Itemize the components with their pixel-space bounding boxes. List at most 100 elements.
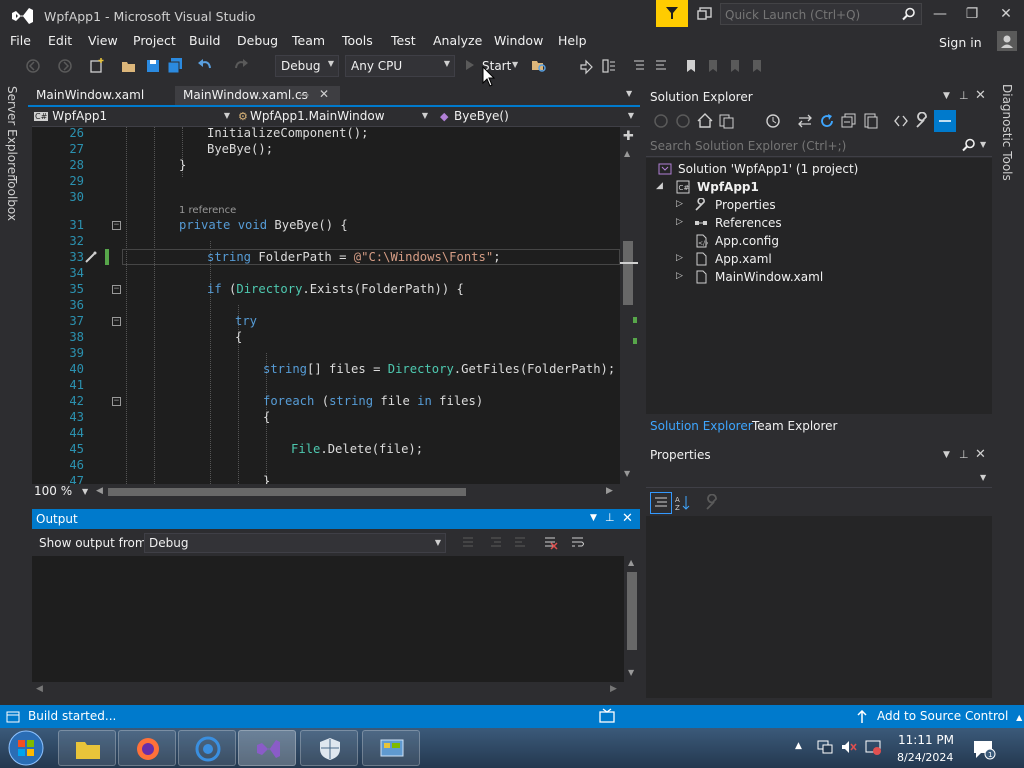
clear-all-icon[interactable] xyxy=(542,534,558,553)
output-source-combo[interactable]: Debug ▼ xyxy=(144,533,446,553)
undo-icon[interactable] xyxy=(196,57,214,75)
collapsed-arrow-icon[interactable]: ▷ xyxy=(676,217,683,227)
tree-item-app-xaml[interactable]: ▷ App.xaml xyxy=(646,250,992,268)
pin-icon[interactable]: ⊥ xyxy=(959,89,969,102)
collapse-region-icon[interactable]: − xyxy=(112,221,121,230)
add-to-source-control-button[interactable]: Add to Source Control ▲ xyxy=(877,709,1022,723)
taskbar-visual-studio[interactable] xyxy=(238,730,296,766)
comment-lines-icon[interactable] xyxy=(630,57,648,75)
save-all-icon[interactable] xyxy=(166,57,184,75)
minimize-button[interactable]: — xyxy=(928,4,952,24)
collapse-all-icon[interactable] xyxy=(840,112,858,130)
collapsed-arrow-icon[interactable]: ▷ xyxy=(676,199,683,209)
clear-bookmarks-icon[interactable] xyxy=(748,57,766,75)
properties-grid[interactable] xyxy=(646,516,992,698)
window-position-chevron-icon[interactable]: ▼ xyxy=(943,91,950,101)
feedback-flag-icon[interactable] xyxy=(656,0,688,27)
preview-selected-items-icon[interactable] xyxy=(934,110,956,132)
network-icon[interactable] xyxy=(816,738,834,759)
tree-item-solution[interactable]: Solution 'WpfApp1' (1 project) xyxy=(646,160,992,178)
collapsed-arrow-icon[interactable]: ▷ xyxy=(676,271,683,281)
forward-icon[interactable] xyxy=(674,112,692,130)
close-panel-icon[interactable]: ✕ xyxy=(622,511,633,526)
close-button[interactable]: ✕ xyxy=(994,4,1018,24)
windows-start-orb-icon[interactable] xyxy=(6,729,46,768)
taskbar-clock-date[interactable]: 8/24/2024 xyxy=(897,751,953,764)
editor-horizontal-scrollbar[interactable]: ◀ ▶ xyxy=(94,484,620,500)
view-code-icon[interactable] xyxy=(892,112,910,130)
scroll-up-arrow-icon[interactable]: ▲ xyxy=(628,558,634,567)
property-pages-wrench-icon[interactable] xyxy=(704,493,722,512)
diagnostic-tools-tab[interactable]: Diagnostic Tools xyxy=(1000,84,1014,181)
collapsed-arrow-icon[interactable]: ▷ xyxy=(676,253,683,263)
close-panel-icon[interactable]: ✕ xyxy=(975,447,986,462)
window-position-chevron-icon[interactable]: ▼ xyxy=(943,450,950,460)
notifications-icon[interactable]: 1 xyxy=(972,738,996,763)
output-vertical-scrollbar[interactable]: ▲ ▼ xyxy=(624,556,640,682)
menu-tools[interactable]: Tools xyxy=(342,33,373,48)
sync-with-active-document-icon[interactable] xyxy=(796,112,814,130)
scroll-left-arrow-icon[interactable]: ◀ xyxy=(36,684,43,694)
menu-test[interactable]: Test xyxy=(391,33,416,48)
switch-views-icon[interactable] xyxy=(718,112,736,130)
prev-message-icon[interactable] xyxy=(488,534,504,553)
tab-team-explorer[interactable]: Team Explorer xyxy=(752,419,838,433)
menu-project[interactable]: Project xyxy=(133,33,176,48)
tree-item-properties[interactable]: ▷ Properties xyxy=(646,196,992,214)
tree-item-mainwindow-xaml[interactable]: ▷ MainWindow.xaml xyxy=(646,268,992,286)
maximize-button[interactable]: ❐ xyxy=(960,4,984,24)
pin-icon[interactable]: ⊥ xyxy=(959,448,969,461)
pin-icon[interactable]: ⊥ xyxy=(605,511,615,524)
collapse-region-icon[interactable]: − xyxy=(112,397,121,406)
quick-launch-box[interactable] xyxy=(720,3,922,25)
search-icon[interactable] xyxy=(902,7,916,24)
find-in-files-icon[interactable] xyxy=(530,57,548,75)
scroll-right-arrow-icon[interactable]: ▶ xyxy=(606,486,613,496)
close-tab-icon[interactable]: ✕ xyxy=(319,87,329,101)
refresh-icon[interactable] xyxy=(818,112,836,130)
show-hidden-icons-chevron-icon[interactable]: ▲ xyxy=(795,741,802,751)
tab-overflow-chevron-icon[interactable]: ▼ xyxy=(626,89,632,98)
zoom-combo[interactable]: 100 % ▼ xyxy=(32,484,94,500)
solution-configuration-combo[interactable]: Debug ▼ xyxy=(275,55,339,77)
menu-debug[interactable]: Debug xyxy=(237,33,278,48)
output-horizontal-scrollbar[interactable]: ◀ ▶ xyxy=(32,682,640,698)
taskbar-clock-time[interactable]: 11:11 PM xyxy=(898,733,954,747)
nav-member-combo[interactable]: ◆ ByeBye() ▼ xyxy=(440,107,638,126)
step-into-icon[interactable] xyxy=(578,57,596,75)
collapse-region-icon[interactable]: − xyxy=(112,317,121,326)
menu-window[interactable]: Window xyxy=(494,33,543,48)
quick-actions-brush-icon[interactable] xyxy=(84,251,98,263)
properties-object-combo[interactable]: ▼ xyxy=(646,468,992,488)
home-icon[interactable] xyxy=(696,112,714,130)
properties-wrench-icon[interactable] xyxy=(914,111,932,130)
toolbox-tab[interactable]: Toolbox xyxy=(5,176,19,221)
tab-mainwindow-xaml-cs[interactable]: MainWindow.xaml.cs ⊸ ✕ xyxy=(175,86,340,106)
codelens-references[interactable]: 1 reference xyxy=(179,205,236,216)
taskbar-firefox[interactable] xyxy=(118,730,176,766)
taskbar-control-panel[interactable] xyxy=(362,730,420,766)
uncomment-lines-icon[interactable] xyxy=(652,57,670,75)
solution-explorer-search[interactable]: ▼ xyxy=(646,135,992,157)
navigate-forward-icon[interactable] xyxy=(56,57,74,75)
next-message-icon[interactable] xyxy=(512,534,528,553)
scrollbar-thumb[interactable] xyxy=(108,488,466,496)
notifications-icon[interactable] xyxy=(696,5,716,23)
bookmark-icon[interactable] xyxy=(682,57,700,75)
tab-solution-explorer[interactable]: Solution Explorer xyxy=(650,419,753,433)
code-editor[interactable]: 26 InitializeComponent(); 27 ByeBye(); 28}… xyxy=(32,127,620,484)
toggle-word-wrap-icon[interactable] xyxy=(570,534,586,553)
redo-icon[interactable] xyxy=(232,57,250,75)
menu-build[interactable]: Build xyxy=(189,33,220,48)
find-message-icon[interactable] xyxy=(460,534,476,553)
chevron-down-icon[interactable]: ▼ xyxy=(980,140,986,149)
back-icon[interactable] xyxy=(652,112,670,130)
prev-bookmark-icon[interactable] xyxy=(704,57,722,75)
sign-in-link[interactable]: Sign in xyxy=(939,35,982,50)
expanded-arrow-icon[interactable]: ◢ xyxy=(656,181,663,191)
navigate-back-icon[interactable] xyxy=(24,57,42,75)
pending-changes-filter-icon[interactable] xyxy=(764,112,782,130)
scroll-up-arrow-icon[interactable]: ▲ xyxy=(624,149,630,158)
step-over-icon[interactable] xyxy=(600,57,618,75)
window-position-chevron-icon[interactable]: ▼ xyxy=(590,513,597,523)
